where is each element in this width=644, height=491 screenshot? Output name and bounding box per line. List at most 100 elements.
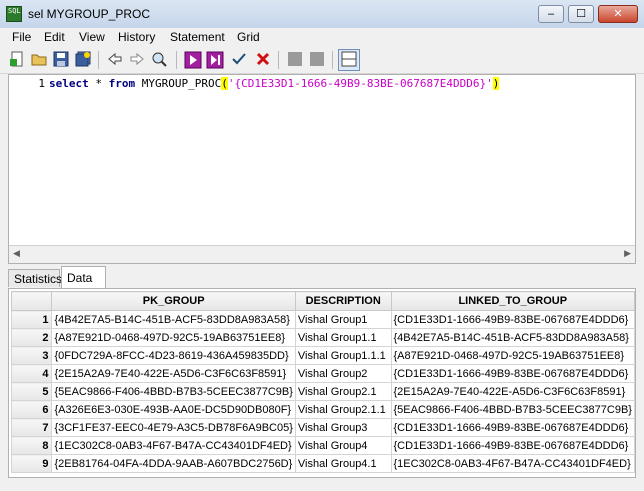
table-row[interactable]: 8 {1EC302C8-0AB3-4F67-B47A-CC43401DF4ED} V… (10, 436, 635, 455)
execute-script-icon[interactable] (206, 51, 224, 69)
keyword-from: from (108, 77, 136, 90)
cell-pk-group[interactable]: {1EC302C8-0AB3-4F67-B47A-CC43401DF4ED} (51, 436, 296, 455)
cell-description[interactable]: Vishal Group3 (294, 418, 392, 437)
cell-linked-to-group[interactable]: {A87E921D-0468-497D-92C5-19AB63751EE8} (390, 346, 635, 365)
cell-pk-group[interactable]: {5EAC9866-F406-4BBD-B7B3-5CEEC3877C9B} (51, 382, 296, 401)
cell-pk-group[interactable]: {0FDC729A-8FCC-4D23-8619-436A459835DD} (51, 346, 296, 365)
row-number[interactable]: 7 (10, 418, 53, 437)
cell-description[interactable]: Vishal Group1.1 (294, 328, 392, 347)
app-icon: SQL (6, 6, 22, 22)
row-number[interactable]: 5 (10, 382, 53, 401)
cell-pk-group[interactable]: {A326E6E3-030E-493B-AA0E-DC5D90DB080F} (51, 400, 296, 419)
table-row[interactable]: 2 {A87E921D-0468-497D-92C5-19AB63751EE8} V… (10, 328, 635, 347)
menu-edit[interactable]: Edit (44, 30, 65, 44)
cell-pk-group[interactable]: {2EB81764-04FA-4DDA-9AAB-A607BDC2756D} (51, 454, 296, 473)
cell-description[interactable]: Vishal Group4.1 (294, 454, 392, 473)
execute-icon[interactable] (184, 51, 202, 69)
back-icon[interactable] (106, 51, 124, 69)
table-row[interactable]: 3 {0FDC729A-8FCC-4D23-8619-436A459835DD} V… (10, 346, 635, 365)
menu-view[interactable]: View (79, 30, 105, 44)
string-argument: '{CD1E33D1-1666-49B9-83BE-067687E4DDD6}' (227, 77, 493, 90)
close-paren: ) (492, 77, 500, 90)
cell-description[interactable]: Vishal Group1 (294, 310, 392, 329)
open-paren: ( (221, 77, 228, 90)
scroll-left-icon[interactable]: ◀ (13, 248, 20, 259)
status-bar (0, 480, 644, 491)
line-number: 1 (38, 77, 45, 90)
column-header-pk-group[interactable]: PK_GROUP (51, 291, 296, 311)
sql-editor[interactable]: 1 select * from MYGROUP_PROC('{CD1E33D1-… (8, 74, 636, 264)
toolbar-separator (176, 51, 177, 69)
menu-grid[interactable]: Grid (237, 30, 260, 44)
open-icon[interactable] (30, 51, 48, 69)
cell-linked-to-group[interactable]: {4B42E7A5-B14C-451B-ACF5-83DD8A983A58} (390, 328, 635, 347)
cell-pk-group[interactable]: {3CF1FE37-EEC0-4E79-A3C5-DB78F6A9BC05} (51, 418, 296, 437)
row-number[interactable]: 3 (10, 346, 53, 365)
menu-file[interactable]: File (12, 30, 31, 44)
cell-pk-group[interactable]: {2E15A2A9-7E40-422E-A5D6-C3F6C63F8591} (51, 364, 296, 383)
disabled-grid-icon-2 (308, 51, 326, 69)
save-icon[interactable] (52, 51, 70, 69)
row-number[interactable]: 6 (10, 400, 53, 419)
cell-linked-to-group[interactable]: {1EC302C8-0AB3-4F67-B47A-CC43401DF4ED} (390, 454, 635, 473)
commit-icon[interactable] (230, 51, 248, 69)
cell-description[interactable]: Vishal Group2 (294, 364, 392, 383)
column-header-description[interactable]: DESCRIPTION (294, 291, 392, 311)
cell-pk-group[interactable]: {4B42E7A5-B14C-451B-ACF5-83DD8A983A58} (51, 310, 296, 329)
data-grid[interactable]: PK_GROUP DESCRIPTION LINKED_TO_GROUP 1 {4… (8, 288, 636, 478)
table-row[interactable]: 9 {2EB81764-04FA-4DDA-9AAB-A607BDC2756D} V… (10, 454, 635, 473)
toolbar (0, 47, 644, 74)
horizontal-scrollbar[interactable]: ◀ ▶ (9, 245, 635, 263)
column-header-linked-to-group[interactable]: LINKED_TO_GROUP (390, 291, 635, 311)
code-text: * (88, 77, 109, 90)
row-number[interactable]: 4 (10, 364, 53, 383)
result-tabs: Statistics Data (8, 266, 636, 289)
cell-linked-to-group[interactable]: {2E15A2A9-7E40-422E-A5D6-C3F6C63F8591} (390, 382, 635, 401)
cell-description[interactable]: Vishal Group2.1.1 (294, 400, 392, 419)
maximize-button[interactable]: ☐ (568, 5, 594, 23)
menu-bar: File Edit View History Statement Grid (0, 28, 644, 46)
table-row[interactable]: 7 {3CF1FE37-EEC0-4E79-A3C5-DB78F6A9BC05} V… (10, 418, 635, 437)
tab-statistics[interactable]: Statistics (8, 269, 62, 287)
minimize-button[interactable]: – (538, 5, 564, 23)
row-number-header (10, 291, 53, 311)
cell-linked-to-group[interactable]: {CD1E33D1-1666-49B9-83BE-067687E4DDD6} (390, 364, 635, 383)
cancel-icon[interactable] (254, 51, 272, 69)
row-number[interactable]: 2 (10, 328, 53, 347)
row-number[interactable]: 8 (10, 436, 53, 455)
menu-history[interactable]: History (118, 30, 155, 44)
cell-description[interactable]: Vishal Group2.1 (294, 382, 392, 401)
row-number[interactable]: 1 (10, 310, 53, 329)
sql-statement[interactable]: select * from MYGROUP_PROC('{CD1E33D1-16… (49, 77, 500, 90)
toolbar-separator (332, 51, 333, 69)
result-table: PK_GROUP DESCRIPTION LINKED_TO_GROUP 1 {4… (10, 291, 635, 473)
forward-icon[interactable] (128, 51, 146, 69)
close-button[interactable]: ✕ (598, 5, 638, 23)
procedure-name: MYGROUP_PROC (135, 77, 222, 90)
save-all-icon[interactable] (74, 51, 92, 69)
cell-linked-to-group[interactable]: {CD1E33D1-1666-49B9-83BE-067687E4DDD6} (390, 436, 635, 455)
keyword-select: select (49, 77, 89, 90)
table-row[interactable]: 4 {2E15A2A9-7E40-422E-A5D6-C3F6C63F8591} V… (10, 364, 635, 383)
row-number[interactable]: 9 (10, 454, 53, 473)
table-row[interactable]: 1 {4B42E7A5-B14C-451B-ACF5-83DD8A983A58} V… (10, 310, 635, 329)
tab-data[interactable]: Data (61, 266, 106, 288)
cell-linked-to-group[interactable]: {CD1E33D1-1666-49B9-83BE-067687E4DDD6} (390, 310, 635, 329)
new-icon[interactable] (8, 51, 26, 69)
cell-pk-group[interactable]: {A87E921D-0468-497D-92C5-19AB63751EE8} (51, 328, 296, 347)
layout-icon[interactable] (338, 49, 360, 71)
cell-description[interactable]: Vishal Group4 (294, 436, 392, 455)
menu-statement[interactable]: Statement (170, 30, 225, 44)
disabled-grid-icon-1 (286, 51, 304, 69)
line-gutter: 1 (9, 75, 49, 247)
window-title: sel MYGROUP_PROC (28, 7, 151, 21)
header-row: PK_GROUP DESCRIPTION LINKED_TO_GROUP (10, 291, 635, 311)
find-icon[interactable] (150, 51, 168, 69)
scroll-right-icon[interactable]: ▶ (624, 248, 631, 259)
table-row[interactable]: 5 {5EAC9866-F406-4BBD-B7B3-5CEEC3877C9B} V… (10, 382, 635, 401)
cell-description[interactable]: Vishal Group1.1.1 (294, 346, 392, 365)
toolbar-separator (278, 51, 279, 69)
cell-linked-to-group[interactable]: {5EAC9866-F406-4BBD-B7B3-5CEEC3877C9B} (390, 400, 635, 419)
cell-linked-to-group[interactable]: {CD1E33D1-1666-49B9-83BE-067687E4DDD6} (390, 418, 635, 437)
table-row[interactable]: 6 {A326E6E3-030E-493B-AA0E-DC5D90DB080F} V… (10, 400, 635, 419)
